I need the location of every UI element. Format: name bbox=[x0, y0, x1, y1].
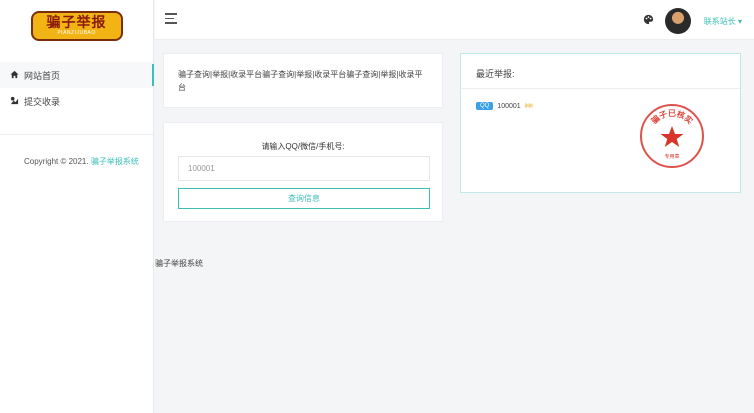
logo-title: 骗子举报 bbox=[46, 15, 107, 31]
copyright-text: Copyright © 2021. bbox=[24, 157, 91, 166]
list-item[interactable]: QQ 100001 刚刚 bbox=[476, 102, 533, 110]
query-label: 请输入QQ/微信/手机号: bbox=[261, 142, 345, 151]
copyright-link[interactable]: 骗子举报系统 bbox=[91, 157, 139, 166]
sidebar-item-submit[interactable]: 提交收录 bbox=[0, 88, 153, 114]
logo-badge: 骗子举报 PIANZIJUBAO bbox=[30, 11, 123, 41]
sidebar-item-label: 网站首页 bbox=[24, 70, 61, 81]
home-icon bbox=[10, 70, 19, 81]
submit-icon bbox=[10, 96, 19, 107]
description-text: 骗子查询|举报|收录平台骗子查询|举报|收录平台骗子查询|举报|收录平台 bbox=[178, 70, 423, 92]
sidebar-item-home[interactable]: 网站首页 bbox=[0, 62, 154, 88]
footer-text: 骗子举报系统 bbox=[155, 259, 203, 268]
avatar[interactable] bbox=[665, 8, 691, 34]
svg-text:骗子已核实: 骗子已核实 bbox=[649, 109, 695, 126]
recent-reports-card: 最近举报: QQ 100001 刚刚 骗子已核实 专用章 bbox=[460, 53, 741, 193]
qq-tag: QQ bbox=[476, 102, 494, 110]
stamp-sub: 专用章 bbox=[664, 153, 679, 160]
description-card: 骗子查询|举报|收录平台骗子查询|举报|收录平台骗子查询|举报|收录平台 bbox=[163, 53, 443, 108]
user-dropdown[interactable]: 联系站长 ▾ bbox=[704, 16, 742, 27]
sidebar-item-label: 提交收录 bbox=[24, 96, 61, 107]
sidebar: 骗子举报 PIANZIJUBAO 网站首页 提交收录 Copyright © 2… bbox=[0, 0, 154, 413]
stamp-text: 骗子已核实 bbox=[649, 109, 695, 126]
query-input[interactable] bbox=[178, 156, 430, 181]
report-number: 100001 bbox=[497, 102, 521, 110]
recent-title: 最近举报: bbox=[476, 69, 515, 79]
copyright: Copyright © 2021. 骗子举报系统 bbox=[0, 135, 140, 168]
query-button[interactable]: 查询信息 bbox=[178, 188, 430, 209]
menu-toggle-icon[interactable] bbox=[165, 13, 177, 27]
report-time: 刚刚 bbox=[524, 103, 533, 108]
query-card: 请输入QQ/微信/手机号: 查询信息 bbox=[163, 122, 443, 222]
palette-icon[interactable] bbox=[643, 14, 654, 28]
top-header: 联系站长 ▾ bbox=[155, 0, 754, 40]
logo-subtitle: PIANZIJUBAO bbox=[57, 30, 96, 36]
verified-stamp-icon: 骗子已核实 专用章 bbox=[640, 104, 704, 168]
divider bbox=[461, 88, 740, 89]
site-logo[interactable]: 骗子举报 PIANZIJUBAO bbox=[0, 0, 153, 52]
